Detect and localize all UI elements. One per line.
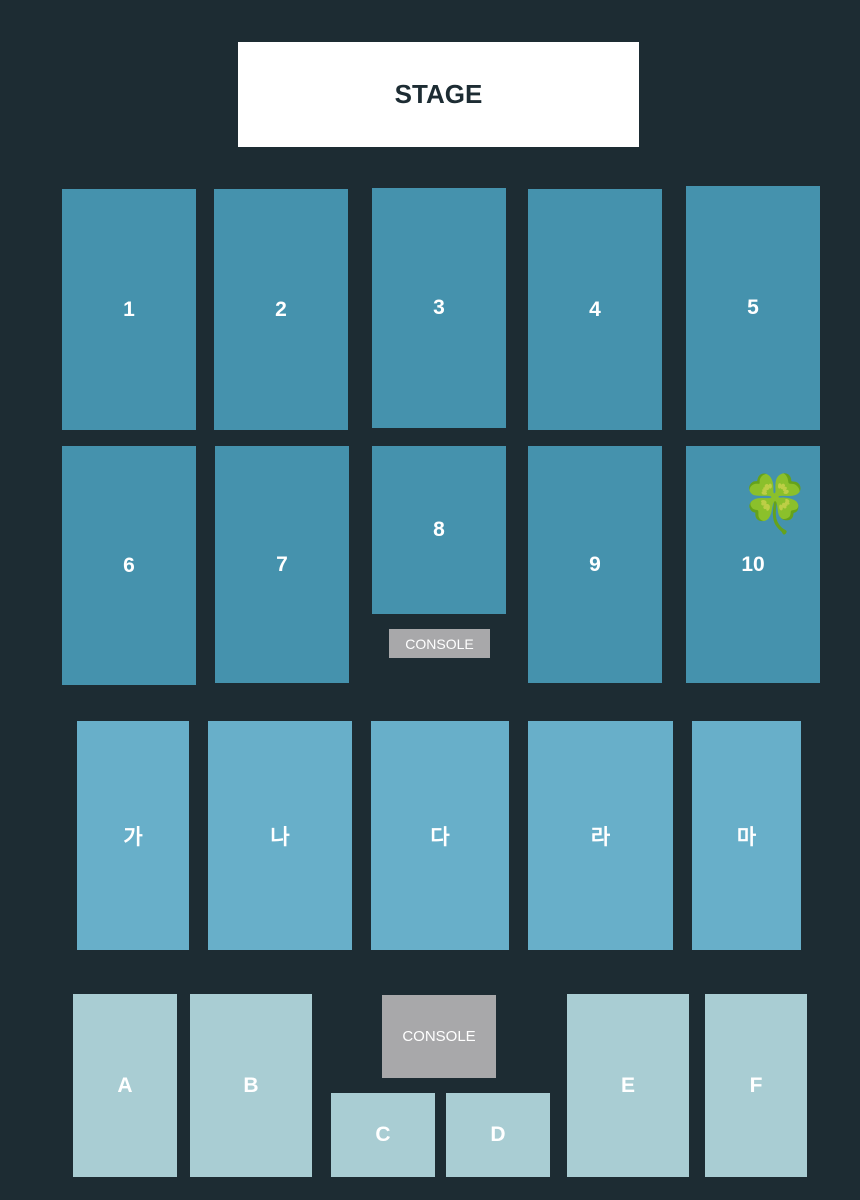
section-8[interactable]: 8: [372, 446, 506, 614]
section-2[interactable]: 2: [214, 189, 348, 430]
console-back: CONSOLE: [382, 995, 496, 1078]
section-가[interactable]: 가: [77, 721, 189, 950]
four-leaf-clover-icon: 🍀: [740, 472, 810, 535]
section-3[interactable]: 3: [372, 188, 506, 428]
stage: STAGE: [238, 42, 639, 147]
section-다[interactable]: 다: [371, 721, 509, 950]
section-1[interactable]: 1: [62, 189, 196, 430]
section-B[interactable]: B: [190, 994, 312, 1177]
section-마[interactable]: 마: [692, 721, 801, 950]
section-6[interactable]: 6: [62, 446, 196, 685]
section-나[interactable]: 나: [208, 721, 352, 950]
section-5[interactable]: 5: [686, 186, 820, 430]
section-F[interactable]: F: [705, 994, 807, 1177]
section-A[interactable]: A: [73, 994, 177, 1177]
section-C[interactable]: C: [331, 1093, 435, 1177]
section-E[interactable]: E: [567, 994, 689, 1177]
section-7[interactable]: 7: [215, 446, 349, 683]
section-9[interactable]: 9: [528, 446, 662, 683]
console-floor: CONSOLE: [389, 629, 490, 658]
section-D[interactable]: D: [446, 1093, 550, 1177]
section-라[interactable]: 라: [528, 721, 673, 950]
section-4[interactable]: 4: [528, 189, 662, 430]
